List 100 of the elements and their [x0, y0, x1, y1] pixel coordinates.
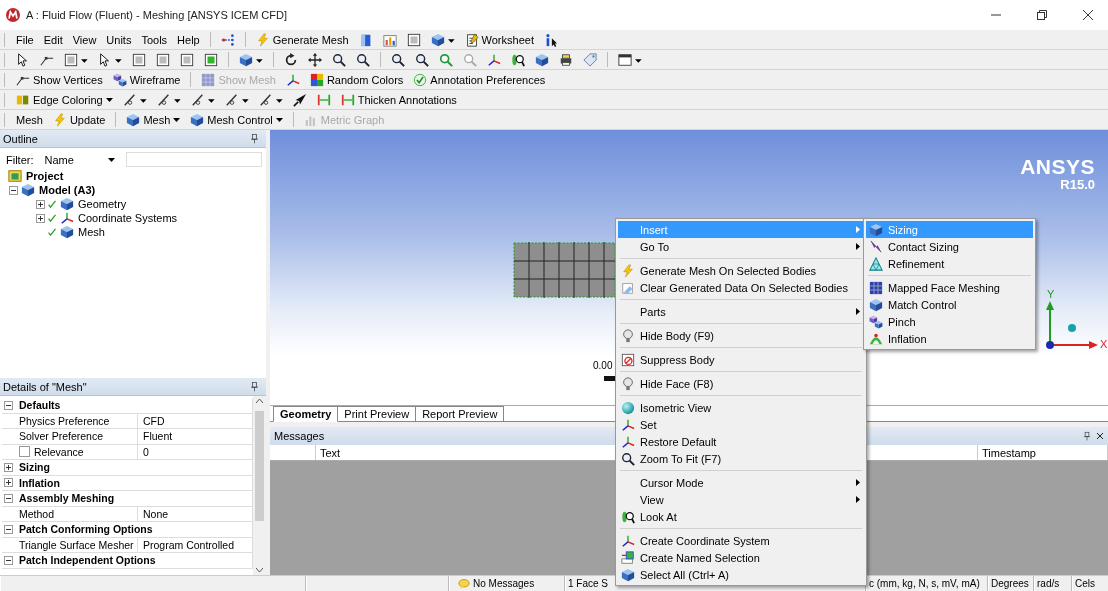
axes-icon[interactable] — [487, 52, 501, 67]
box-icon[interactable] — [180, 52, 194, 67]
group-header[interactable]: Defaults — [14, 398, 253, 414]
info-icon[interactable] — [543, 32, 558, 47]
group-header[interactable]: Sizing — [14, 460, 253, 476]
toolbar-button[interactable]: Mesh — [122, 111, 185, 128]
toolbar-button[interactable]: Mesh — [12, 112, 47, 127]
minus-icon[interactable] — [3, 524, 13, 534]
menu-item[interactable]: View — [618, 491, 864, 508]
plus-icon[interactable] — [3, 462, 13, 472]
tree-item[interactable]: Coordinate Systems — [76, 212, 180, 224]
minus-icon[interactable] — [3, 400, 13, 410]
toolbar-button[interactable]: Mesh Control — [186, 111, 287, 128]
menu-item[interactable]: Refinement — [866, 255, 1033, 272]
toolbar-button[interactable]: Show Vertices — [12, 71, 107, 88]
box-icon[interactable] — [204, 52, 218, 67]
line-icon[interactable] — [224, 92, 249, 107]
look-at-icon[interactable] — [511, 52, 525, 67]
tab[interactable]: Print Preview — [337, 406, 417, 421]
menu-item[interactable]: Generate Mesh On Selected Bodies — [618, 262, 864, 279]
plus-icon[interactable] — [36, 199, 45, 209]
line-icon[interactable] — [122, 92, 147, 107]
pin-icon[interactable] — [1082, 431, 1092, 441]
pointer-icon[interactable] — [292, 92, 307, 107]
menu-bar-item[interactable]: Edit — [39, 32, 67, 47]
menu-bar-item[interactable]: Help — [173, 32, 204, 47]
menu-item[interactable]: Cursor Mode — [618, 474, 864, 491]
group-header[interactable]: Assembly Meshing — [14, 491, 253, 507]
group-header[interactable]: Inflation — [14, 475, 253, 491]
line-icon[interactable] — [156, 92, 181, 107]
line-icon[interactable] — [190, 92, 215, 107]
zoom-icon[interactable] — [415, 52, 429, 67]
menu-item[interactable]: Inflation — [866, 330, 1033, 347]
menu-item[interactable]: Pinch — [866, 313, 1033, 330]
minus-icon[interactable] — [3, 493, 13, 503]
filter-field[interactable] — [125, 152, 262, 167]
restore-icon[interactable] — [1036, 9, 1048, 21]
menu-item[interactable]: Clear Generated Data On Selected Bodies — [618, 279, 864, 296]
box-icon[interactable] — [406, 32, 421, 47]
plus-icon[interactable] — [36, 213, 45, 223]
toolbar-button[interactable]: Annotation Preferences — [409, 71, 550, 88]
cursor-icon[interactable] — [16, 52, 30, 67]
toolbar-button[interactable]: Generate Mesh — [251, 31, 353, 48]
menu-item[interactable]: Create Coordinate System — [618, 532, 864, 549]
tab[interactable]: Geometry — [273, 406, 339, 422]
close-icon[interactable] — [1082, 9, 1094, 21]
checkbox[interactable] — [19, 446, 30, 458]
pan-icon[interactable] — [308, 52, 322, 67]
menu-item[interactable]: Set — [618, 416, 864, 433]
toolbar-button[interactable]: Edge Coloring — [12, 91, 117, 108]
rotate-icon[interactable] — [284, 52, 298, 67]
box-icon[interactable] — [64, 52, 88, 67]
menu-item[interactable]: Hide Face (F8) — [618, 375, 864, 392]
toolbar-button[interactable]: Random Colors — [305, 71, 408, 88]
menu-item[interactable]: Isometric View — [618, 399, 864, 416]
menu-bar-item[interactable]: Units — [102, 32, 136, 47]
minus-icon[interactable] — [9, 185, 18, 195]
bar-chart-icon[interactable] — [382, 32, 397, 47]
toolbar-button[interactable]: Update — [48, 111, 110, 128]
line-width-icon[interactable] — [316, 92, 331, 107]
close-icon[interactable] — [1096, 432, 1104, 440]
toolbar-button[interactable]: Thicken Annotations — [336, 91, 461, 108]
toolbar-button[interactable]: Worksheet — [460, 31, 538, 48]
cursor-icon[interactable] — [98, 52, 122, 67]
box-icon[interactable] — [132, 52, 146, 67]
pin-icon[interactable] — [249, 381, 260, 392]
line-icon[interactable] — [258, 92, 283, 107]
minus-icon[interactable] — [3, 555, 13, 565]
printer-icon[interactable] — [559, 52, 573, 67]
scrollbar-thumb[interactable] — [255, 410, 264, 521]
menu-item[interactable]: Suppress Body — [618, 351, 864, 368]
filter-dropdown[interactable]: Name — [39, 152, 120, 167]
menu-bar-item[interactable]: Tools — [137, 32, 172, 47]
axes-icon[interactable] — [285, 72, 300, 87]
menu-item[interactable]: Contact Sizing — [866, 238, 1033, 255]
menu-item[interactable]: Match Control — [866, 296, 1033, 313]
zoom-icon[interactable] — [332, 52, 346, 67]
tab[interactable]: Report Preview — [415, 406, 505, 421]
dots-icon[interactable] — [220, 32, 235, 47]
group-header[interactable]: Patch Conforming Options — [14, 522, 253, 538]
zoom-icon[interactable] — [356, 52, 370, 67]
plus-icon[interactable] — [3, 478, 13, 488]
menu-item[interactable]: Mapped Face Meshing — [866, 279, 1033, 296]
box-icon[interactable] — [156, 52, 170, 67]
tree-item[interactable]: Project — [24, 170, 66, 182]
menu-item[interactable]: Hide Body (F9) — [618, 327, 864, 344]
menu-bar-item[interactable]: File — [12, 32, 38, 47]
tree-item[interactable]: Model (A3) — [37, 184, 98, 196]
menu-item[interactable]: Go To — [618, 238, 864, 255]
menu-bar-item[interactable]: View — [68, 32, 101, 47]
zoom-icon[interactable] — [391, 52, 405, 67]
menu-item[interactable]: Parts — [618, 303, 864, 320]
menu-item[interactable]: Look At — [618, 508, 864, 525]
menu-item[interactable]: Select All (Ctrl+ A) — [618, 566, 864, 583]
pin-icon[interactable] — [249, 133, 260, 144]
group-header[interactable]: Patch Independent Options — [14, 553, 253, 569]
menu-item[interactable]: Create Named Selection — [618, 549, 864, 566]
cube-icon[interactable] — [535, 52, 549, 67]
toolbar-button[interactable]: Wireframe — [108, 71, 185, 88]
tree-item[interactable]: Geometry — [76, 198, 129, 210]
